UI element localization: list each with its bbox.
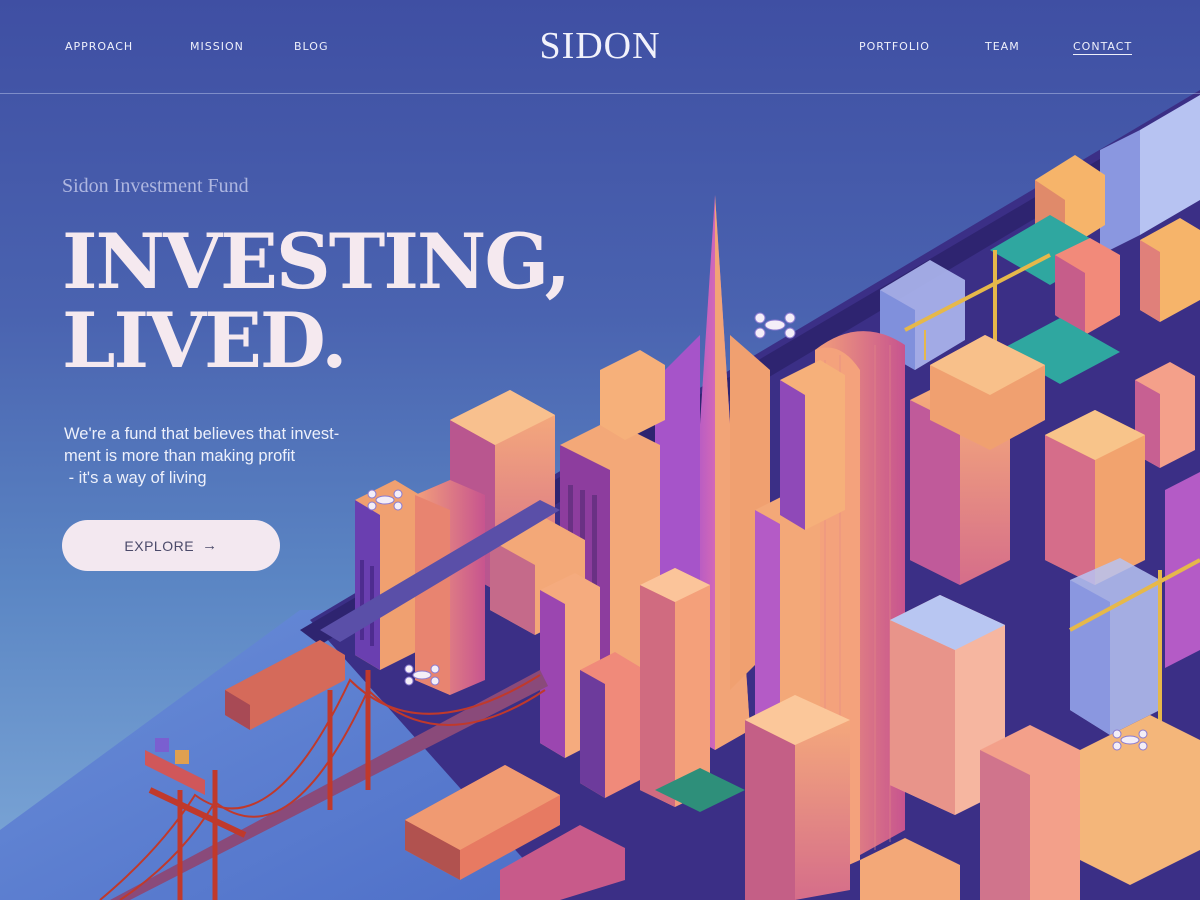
- building: [780, 360, 845, 530]
- top-nav: APPROACH MISSION BLOG SIDON PORTFOLIO TE…: [0, 0, 1200, 94]
- explore-button[interactable]: EXPLORE →: [62, 520, 280, 571]
- building: [745, 695, 850, 900]
- hero-description: We're a fund that believes that invest- …: [64, 423, 364, 489]
- nav-contact[interactable]: CONTACT: [1073, 40, 1133, 55]
- description-line: ment is more than making profit: [64, 447, 296, 465]
- headline-line: INVESTING,: [62, 217, 571, 306]
- explore-button-label: EXPLORE: [124, 537, 195, 554]
- building: [980, 725, 1080, 900]
- description-line: We're a fund that believes that invest-: [64, 425, 340, 443]
- headline-line: LIVED.: [62, 296, 348, 385]
- description-line: - it's a way of living: [64, 469, 207, 487]
- building: [1070, 558, 1160, 735]
- city-illustration: [0, 90, 1200, 900]
- building: [580, 652, 640, 798]
- building: [355, 480, 420, 670]
- logo[interactable]: SIDON: [0, 24, 1200, 68]
- building: [1055, 238, 1120, 335]
- arrow-right-icon: →: [202, 537, 218, 554]
- hero-headline: INVESTING, LIVED.: [62, 217, 571, 385]
- nav-portfolio[interactable]: PORTFOLIO: [859, 40, 930, 53]
- drone: [754, 312, 796, 339]
- hero-eyebrow: Sidon Investment Fund: [62, 175, 249, 197]
- building: [1045, 410, 1145, 585]
- nav-team[interactable]: TEAM: [985, 40, 1020, 53]
